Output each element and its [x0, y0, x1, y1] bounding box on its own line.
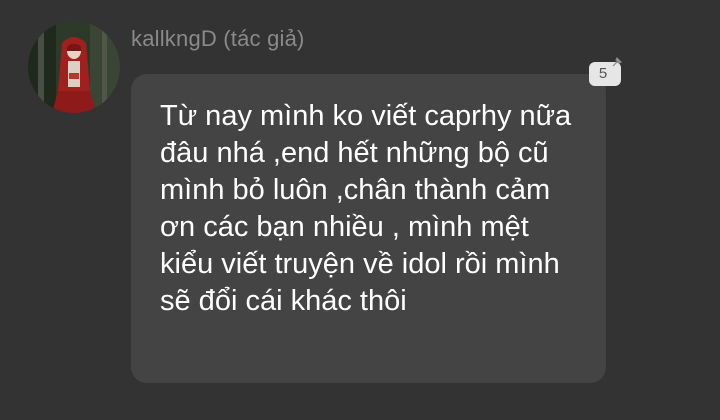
avatar-image	[28, 21, 120, 113]
author-name[interactable]: kallkngD (tác giả)	[131, 26, 305, 52]
reaction-badge[interactable]: 5	[589, 56, 623, 86]
pin-icon	[611, 56, 623, 68]
comment-text: Từ nay mình ko viết caprhy nữa đâu nhá ,…	[160, 100, 572, 317]
reaction-count: 5	[598, 65, 608, 82]
avatar[interactable]	[28, 21, 120, 113]
comment-item: kallkngD (tác giả) Từ nay mình ko viết c…	[0, 0, 720, 420]
